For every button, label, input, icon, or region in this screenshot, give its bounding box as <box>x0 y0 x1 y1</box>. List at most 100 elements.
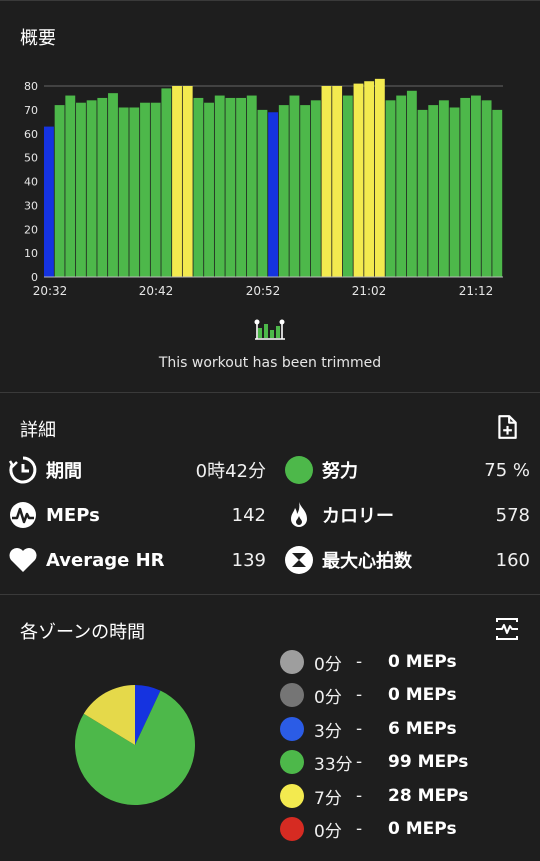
zone-dash: - <box>356 752 363 772</box>
max-hr-icon <box>284 545 314 575</box>
zone-legend-row: 0分 - 0 MEPs <box>280 680 457 710</box>
y-tick-label: 60 <box>24 128 38 141</box>
zone-legend-row: 3分 - 6 MEPs <box>280 714 457 744</box>
hr-bar <box>385 100 396 277</box>
zone-minutes: 33分 <box>314 754 353 775</box>
zone-minutes: 0分 <box>314 687 342 708</box>
hr-bar <box>342 95 353 277</box>
flame-icon <box>284 500 314 530</box>
hr-bar <box>172 86 182 277</box>
hr-bar <box>225 97 236 277</box>
stat-value: 160 <box>495 549 530 571</box>
zone-minutes: 0分 <box>314 654 342 675</box>
hr-bar <box>86 100 97 277</box>
zone-dash: - <box>356 719 363 739</box>
heart-icon <box>8 545 38 575</box>
hr-bar <box>406 90 417 277</box>
zone-dash: - <box>356 685 363 705</box>
stat-calories: カロリー 578 <box>284 497 532 533</box>
zone-meps: 6 MEPs <box>388 719 457 739</box>
stat-meps: MEPs 142 <box>8 497 270 533</box>
hr-bar <box>300 105 311 277</box>
details-title: 詳細 <box>20 420 56 441</box>
hr-bar <box>481 100 492 277</box>
stat-duration: 期間 0時42分 <box>8 452 270 488</box>
hr-bar <box>236 97 247 277</box>
hr-bar <box>353 83 364 277</box>
hr-bar <box>321 86 332 277</box>
x-tick-label: 20:42 <box>139 284 174 298</box>
section-divider <box>0 594 540 595</box>
hr-bar <box>492 109 503 278</box>
hr-bar <box>364 81 375 277</box>
hr-bar-chart: 0 10 20 30 40 50 60 70 80 20:32 20:42 20:52 21:02 21:… <box>24 78 503 298</box>
zone-legend-row: 0分 - 0 MEPs <box>280 647 457 677</box>
y-tick-label: 40 <box>24 176 38 189</box>
section-divider <box>0 392 540 393</box>
hr-bar <box>460 97 471 277</box>
overview-title: 概要 <box>20 28 56 49</box>
hr-bar <box>97 97 108 277</box>
zone-dot-icon <box>280 750 304 774</box>
zone-dash: - <box>356 819 363 839</box>
x-tick-label: 20:52 <box>246 284 281 298</box>
hr-bar <box>449 107 460 277</box>
stat-label: MEPs <box>46 504 100 526</box>
hr-bar <box>332 86 343 277</box>
timer-icon <box>8 455 38 485</box>
zone-dash: - <box>356 652 363 672</box>
x-tick-label: 20:32 <box>33 284 68 298</box>
hr-bar <box>278 105 289 277</box>
hr-bar <box>65 95 76 277</box>
hr-bar <box>193 97 204 277</box>
stat-label: 期間 <box>46 461 82 482</box>
zones-title: 各ゾーンの時間 <box>20 622 146 643</box>
stat-label: 最大心拍数 <box>322 551 412 572</box>
hr-bar <box>374 78 385 277</box>
effort-dot-icon <box>284 455 314 485</box>
hr-bar <box>438 100 449 277</box>
stat-label: Average HR <box>46 549 165 571</box>
y-tick-label: 30 <box>24 199 38 212</box>
hr-bar <box>150 102 161 278</box>
hr-bar <box>204 102 214 278</box>
zone-dot-icon <box>280 717 304 741</box>
trim-icon <box>254 319 285 340</box>
hr-bar <box>161 88 172 277</box>
zone-meps: 28 MEPs <box>388 786 469 806</box>
stat-value: 0時42分 <box>195 461 266 482</box>
zone-minutes: 3分 <box>314 721 342 742</box>
hr-bar <box>76 102 86 278</box>
stat-value: 75 % <box>484 459 530 481</box>
stat-effort: 努力 75 % <box>284 452 532 488</box>
hr-bar <box>182 86 193 277</box>
zone-legend-row: 33分 - 99 MEPs <box>280 747 468 777</box>
hr-bar <box>396 95 407 277</box>
hr-bar <box>214 95 225 277</box>
hr-bar <box>140 102 150 278</box>
hr-bar <box>108 93 118 277</box>
zone-settings-icon[interactable] <box>494 616 520 642</box>
zone-meps: 0 MEPs <box>388 652 457 672</box>
y-tick-label: 70 <box>24 104 38 117</box>
hr-bar <box>289 95 300 277</box>
x-tick-label: 21:12 <box>459 284 494 298</box>
stat-label: 努力 <box>322 461 358 482</box>
hr-bar <box>310 100 321 277</box>
y-tick-label: 0 <box>31 271 38 284</box>
stat-value: 142 <box>231 504 266 526</box>
stat-max-hr: 最大心拍数 160 <box>284 542 532 578</box>
zone-dot-icon <box>280 817 304 841</box>
zone-legend-row: 0分 - 0 MEPs <box>280 814 457 844</box>
zone-dash: - <box>356 786 363 806</box>
add-document-icon[interactable] <box>494 414 520 440</box>
zone-minutes: 7分 <box>314 788 342 809</box>
hr-bar <box>428 105 439 277</box>
hr-bar <box>44 126 54 277</box>
x-tick-label: 21:02 <box>352 284 387 298</box>
hr-bar <box>268 112 279 277</box>
zone-meps: 99 MEPs <box>388 752 469 772</box>
y-tick-label: 50 <box>24 152 38 165</box>
stat-average-hr: Average HR 139 <box>8 542 270 578</box>
hr-bar <box>54 105 65 277</box>
